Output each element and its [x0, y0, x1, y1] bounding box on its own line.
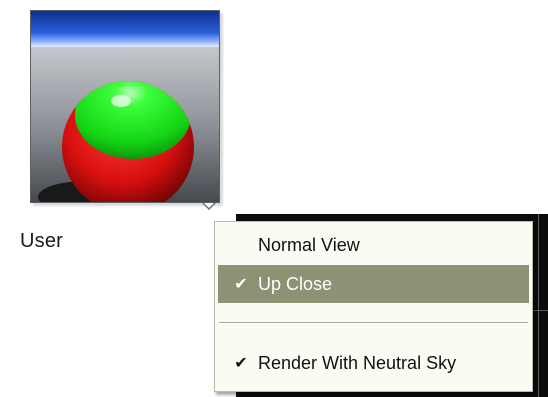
swatch-label: User: [20, 230, 64, 252]
material-editor-view: User Normal View ✔ Up Close ✔ Render Wit…: [0, 0, 548, 397]
menu-separator: [219, 322, 528, 324]
sphere-preview-icon: [31, 11, 219, 202]
grid-line: [538, 214, 539, 397]
check-icon: ✔: [234, 276, 248, 293]
menu-item-label: Up Close: [258, 273, 333, 294]
menu-item-up-close[interactable]: ✔ Up Close: [218, 265, 529, 303]
material-swatch[interactable]: [30, 10, 220, 203]
menu-item-label: Render With Neutral Sky: [258, 352, 457, 373]
menu-pointer-inner: [204, 203, 214, 208]
menu-item-label: Normal View: [258, 234, 360, 255]
check-icon: ✔: [234, 355, 248, 372]
swatch-view-menu: Normal View ✔ Up Close ✔ Render With Neu…: [214, 221, 533, 392]
menu-item-normal-view[interactable]: Normal View: [218, 226, 529, 264]
menu-item-render-neutral-sky[interactable]: ✔ Render With Neutral Sky: [218, 344, 529, 382]
